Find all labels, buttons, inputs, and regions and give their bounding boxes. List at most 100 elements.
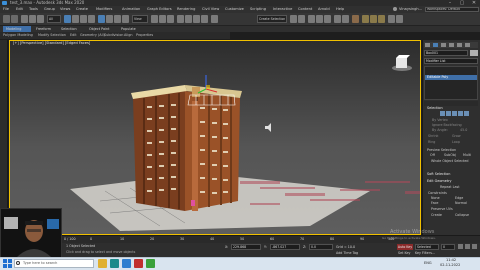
rollout-edit-geometry[interactable]: Edit Geometry <box>427 179 452 183</box>
browser-icon[interactable] <box>122 259 131 268</box>
account-name[interactable]: Vinaysingh... <box>399 6 422 13</box>
menu-graph-editors[interactable]: Graph Editors <box>147 6 172 13</box>
bind-space-warp-icon[interactable] <box>37 15 44 23</box>
select-by-name-icon[interactable] <box>72 15 79 23</box>
named-selection-dropdown[interactable]: Create Selection Se... <box>257 15 287 23</box>
x-coord-field[interactable]: 229.868 <box>231 244 261 250</box>
language-indicator[interactable]: ENG <box>424 261 432 265</box>
menu-edit[interactable]: Edit <box>16 6 23 13</box>
object-name-field[interactable]: Box001 <box>424 50 468 56</box>
ring-button[interactable]: Ring <box>428 140 435 144</box>
rotate-icon[interactable] <box>106 15 113 23</box>
selection-filter-dropdown[interactable]: All <box>47 15 61 23</box>
menu-create[interactable]: Create <box>76 6 88 13</box>
shrink-button[interactable]: Shrink <box>428 134 438 138</box>
select-object-icon[interactable] <box>64 15 71 23</box>
constraint-normal-radio[interactable]: Normal <box>455 201 467 205</box>
border-mode-icon[interactable] <box>452 111 457 116</box>
constraint-face-radio[interactable]: Face <box>431 201 438 205</box>
repeat-last-button[interactable]: Repeat Last <box>440 185 460 189</box>
render-production-icon[interactable] <box>378 15 385 23</box>
unlink-icon[interactable] <box>29 15 36 23</box>
vertex-mode-icon[interactable] <box>440 111 445 116</box>
layer-explorer-icon[interactable] <box>316 15 323 23</box>
menu-file[interactable]: File <box>3 6 9 13</box>
rollout-selection[interactable]: Selection <box>427 106 443 110</box>
ribbon-polygon-modeling[interactable]: Polygon Modeling <box>3 32 33 39</box>
move-icon[interactable] <box>98 15 105 23</box>
recorder-icon[interactable] <box>134 259 143 268</box>
menu-interactive[interactable]: Interactive <box>273 6 292 13</box>
ribbon-align[interactable]: Align <box>124 32 133 39</box>
current-frame-field[interactable]: 0 <box>441 244 455 250</box>
menu-views[interactable]: Views <box>60 6 70 13</box>
by-vertex-checkbox[interactable]: By Vertex <box>432 118 448 122</box>
ribbon-edit[interactable]: Edit <box>70 32 77 39</box>
menu-arnold[interactable]: Arnold <box>318 6 330 13</box>
menu-group[interactable]: Group <box>44 6 55 13</box>
redo-icon[interactable] <box>11 15 18 23</box>
app-icon[interactable] <box>146 259 155 268</box>
file-explorer-icon[interactable] <box>98 259 107 268</box>
workspace-dropdown[interactable]: Workspaces: Default <box>425 7 479 12</box>
create-button[interactable]: Create <box>431 213 442 217</box>
taskbar-time[interactable]: 11:42 <box>446 258 456 262</box>
render-in-cloud-icon[interactable] <box>388 15 395 23</box>
zoom-icon[interactable] <box>458 244 463 249</box>
key-filters-button[interactable]: Key Filters... <box>415 251 435 255</box>
window-crossing-icon[interactable] <box>88 15 95 23</box>
time-slider-label[interactable]: 0 / 100 <box>64 237 76 241</box>
add-time-tag[interactable]: Add Time Tag <box>336 251 358 255</box>
perspective-viewport[interactable] <box>9 40 421 235</box>
select-manipulate-icon[interactable] <box>159 15 166 23</box>
menu-rendering[interactable]: Rendering <box>177 6 195 13</box>
scene-explorer-icon[interactable] <box>308 15 315 23</box>
z-coord-field[interactable]: 0.0 <box>309 244 333 250</box>
align-icon[interactable] <box>298 15 305 23</box>
taskbar-date[interactable]: 02-11-2022 <box>440 263 460 267</box>
snaps-toggle-icon[interactable] <box>177 15 184 23</box>
place-icon[interactable] <box>122 15 129 23</box>
menu-customize[interactable]: Customize <box>225 6 244 13</box>
constraint-edge-radio[interactable]: Edge <box>455 196 463 200</box>
preview-multi-radio[interactable]: Multi <box>463 153 471 157</box>
y-coord-field[interactable]: -867.027 <box>270 244 300 250</box>
modify-tab-icon[interactable] <box>433 43 438 47</box>
rollout-soft-selection[interactable]: Soft Selection <box>427 172 450 176</box>
loop-button[interactable]: Loop <box>452 140 460 144</box>
element-mode-icon[interactable] <box>464 111 469 116</box>
3ds-max-taskbar-icon[interactable] <box>110 259 119 268</box>
keyboard-shortcut-icon[interactable] <box>167 15 174 23</box>
menu-tools[interactable]: Tools <box>29 6 38 13</box>
link-icon[interactable] <box>21 15 28 23</box>
windows-start-icon[interactable] <box>3 259 12 268</box>
rendered-frame-window-icon[interactable] <box>370 15 377 23</box>
a360-gallery-icon[interactable] <box>396 15 403 23</box>
schematic-view-icon[interactable] <box>342 15 349 23</box>
grow-button[interactable]: Grow <box>452 134 461 138</box>
viewport-label[interactable]: [+] [Perspective] [Standard] [Edged Face… <box>13 41 90 46</box>
ribbon-subdivision[interactable]: Subdivision <box>104 32 123 39</box>
modifier-list-dropdown[interactable]: Modifier List <box>424 58 478 64</box>
reference-coordinate-dropdown[interactable]: View <box>132 15 148 23</box>
pan-icon[interactable] <box>465 244 470 249</box>
menu-modifiers[interactable]: Modifiers <box>96 6 112 13</box>
spinner-snap-icon[interactable] <box>201 15 208 23</box>
utilities-tab-icon[interactable] <box>465 43 470 47</box>
edit-named-selection-icon[interactable] <box>211 15 218 23</box>
orbit-icon[interactable] <box>472 244 477 249</box>
undo-icon[interactable] <box>3 15 10 23</box>
ribbon-toggle-icon[interactable] <box>324 15 331 23</box>
collapse-button[interactable]: Collapse <box>455 213 469 217</box>
preview-subobj-radio[interactable]: SubObj <box>444 153 456 157</box>
mirror-icon[interactable] <box>290 15 297 23</box>
menu-civil-view[interactable]: Civil View <box>202 6 219 13</box>
menu-help[interactable]: Help <box>336 6 344 13</box>
auto-key-button[interactable]: Auto Key <box>397 244 413 250</box>
hierarchy-tab-icon[interactable] <box>441 43 446 47</box>
angle-snap-icon[interactable] <box>185 15 192 23</box>
material-editor-icon[interactable] <box>352 15 359 23</box>
set-key-button[interactable]: Set Key <box>398 251 410 255</box>
constraint-none-radio[interactable]: None <box>431 196 440 200</box>
preview-off-radio[interactable]: Off <box>430 153 435 157</box>
